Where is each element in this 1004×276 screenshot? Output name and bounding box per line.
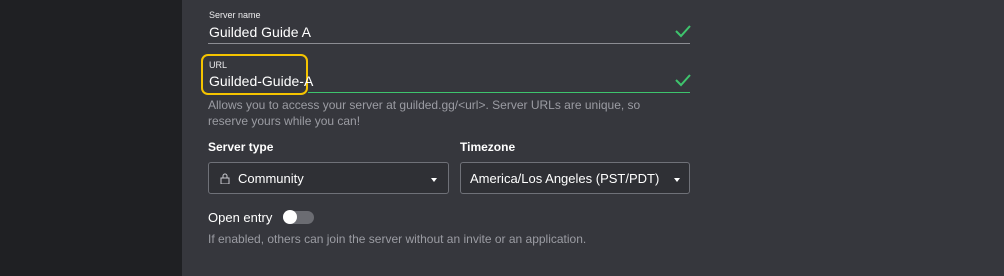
server-type-label: Server type — [208, 140, 274, 154]
check-icon — [675, 74, 691, 87]
server-type-select[interactable]: Community — [208, 162, 449, 194]
check-icon — [675, 25, 691, 38]
timezone-select[interactable]: America/Los Angeles (PST/PDT) — [460, 162, 690, 194]
toggle-knob — [283, 210, 297, 224]
chevron-down-icon — [431, 178, 437, 182]
url-help-text: Allows you to access your server at guil… — [208, 98, 641, 128]
timezone-value: America/Los Angeles (PST/PDT) — [470, 171, 660, 186]
timezone-label: Timezone — [460, 140, 516, 154]
server-name-input[interactable]: Guilded Guide A — [209, 24, 311, 40]
server-name-underline — [208, 43, 690, 44]
url-label: URL — [209, 60, 228, 70]
open-entry-toggle[interactable] — [283, 210, 314, 224]
lock-icon — [220, 173, 230, 184]
server-name-label: Server name — [209, 10, 261, 20]
left-sidebar — [0, 0, 182, 276]
open-entry-help-text: If enabled, others can join the server w… — [208, 232, 587, 246]
open-entry-label: Open entry — [208, 210, 273, 225]
server-type-value: Community — [238, 171, 304, 186]
url-input[interactable]: Guilded-Guide-A — [209, 73, 313, 89]
chevron-down-icon — [674, 178, 680, 182]
url-underline — [308, 92, 690, 93]
